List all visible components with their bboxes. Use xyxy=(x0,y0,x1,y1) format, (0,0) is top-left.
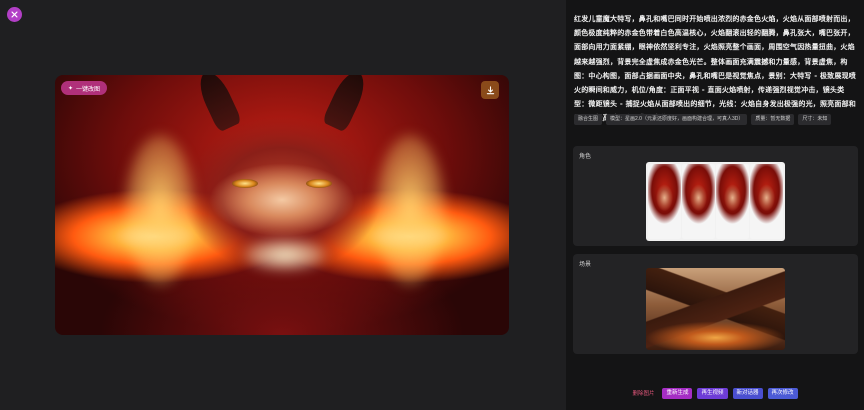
regenerate-button[interactable]: 重新生成 xyxy=(662,387,693,399)
action-bar: 删除图片 重新生成 再生视频 新对话器 再次修改 xyxy=(566,386,864,400)
prompt-text: 红发儿童魔大特写，鼻孔和嘴巴同时开始喷出浓烈的赤金色火焰，火焰从面部喷射而出，颜… xyxy=(574,14,856,123)
role-view-2 xyxy=(682,164,715,239)
download-icon xyxy=(486,85,494,94)
delete-image-link[interactable]: 删除图片 xyxy=(632,389,654,397)
role-reference-label: 角色 xyxy=(579,154,592,160)
image-detail-viewer: ✦ 一键改图 红发儿童魔大特写，鼻孔和嘴巴同时开始喷出浓烈的赤金色火焰，火焰从面… xyxy=(0,0,864,410)
role-view-4 xyxy=(750,164,783,239)
scene-reference-label: 场景 xyxy=(579,262,592,268)
eye-left xyxy=(232,179,258,188)
one-click-edit-button[interactable]: ✦ 一键改图 xyxy=(61,81,108,95)
tag-size: 尺寸：未知 xyxy=(798,114,832,125)
role-reference-image[interactable] xyxy=(646,162,785,241)
eye-right xyxy=(306,179,332,188)
modify-again-button[interactable]: 再次修改 xyxy=(767,387,798,399)
flame-left xyxy=(125,135,195,285)
generated-image[interactable]: ✦ 一键改图 xyxy=(55,75,509,335)
flame-right xyxy=(375,135,445,285)
horn-left xyxy=(193,75,243,133)
scene-reference-card: 场景 xyxy=(573,254,858,354)
generate-video-button[interactable]: 再生视频 xyxy=(697,387,728,399)
download-button[interactable] xyxy=(481,81,499,99)
meta-tags: 融合生图 模型：星画2.0（元素还原度好，画面构建合理，可真人3D） 质量：暂无… xyxy=(574,114,858,125)
flame-mouth xyxy=(245,240,325,270)
tag-model: 模型：星画2.0（元素还原度好，画面构建合理，可真人3D） xyxy=(606,114,748,125)
role-view-1 xyxy=(648,164,681,239)
close-icon xyxy=(11,11,18,18)
horn-right xyxy=(321,75,371,133)
close-button[interactable] xyxy=(7,7,22,22)
preview-pane: ✦ 一键改图 xyxy=(0,0,566,410)
role-reference-card: 角色 xyxy=(573,146,858,246)
tag-quality: 质量：暂无数据 xyxy=(751,114,795,125)
scene-reference-image[interactable] xyxy=(646,268,785,350)
sparkle-icon: ✦ xyxy=(68,85,74,92)
one-click-edit-label: 一键改图 xyxy=(76,86,101,93)
tag-mode: 融合生图 xyxy=(574,114,603,125)
role-view-3 xyxy=(716,164,749,239)
new-dialog-button[interactable]: 新对话器 xyxy=(732,387,763,399)
